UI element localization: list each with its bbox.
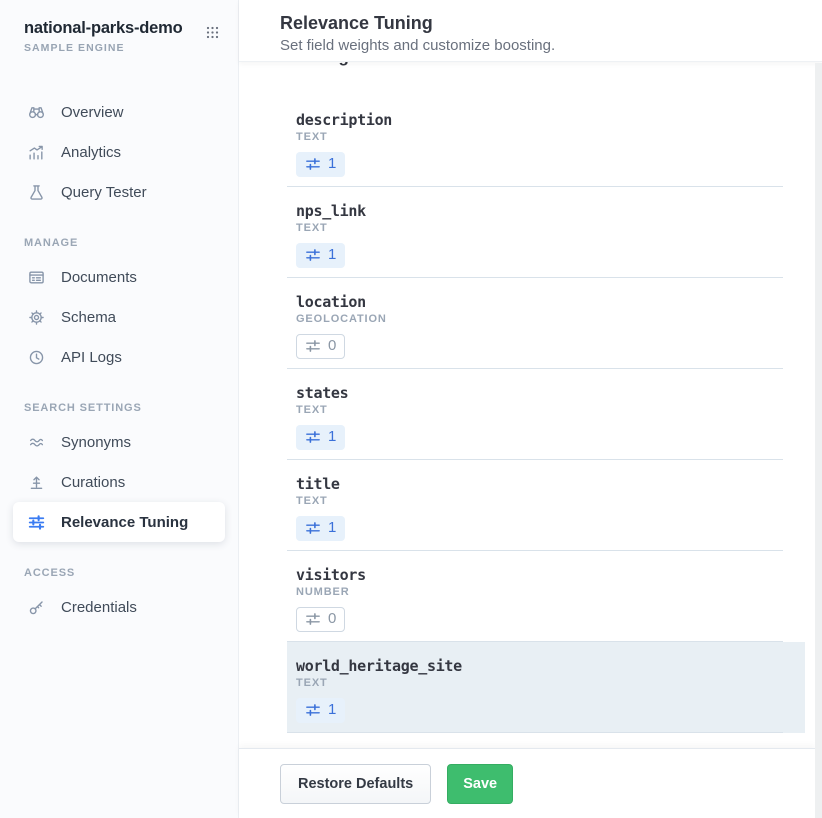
documents-icon xyxy=(28,269,45,286)
sidebar-nav: Overview Analytics Query Tester MANAGE D… xyxy=(0,54,238,627)
restore-defaults-button[interactable]: Restore Defaults xyxy=(280,764,431,804)
engine-name: national-parks-demo xyxy=(24,19,182,38)
clock-icon xyxy=(28,349,45,366)
sidebar-item-label: Query Tester xyxy=(61,184,147,201)
waves-icon xyxy=(28,434,45,451)
beaker-icon xyxy=(28,184,45,201)
field-type-label: TEXT xyxy=(296,222,783,235)
apps-grid-icon[interactable] xyxy=(205,25,220,40)
action-bar: Restore Defaults Save xyxy=(239,748,815,818)
scrollbar[interactable] xyxy=(815,63,822,818)
field-weight-value: 1 xyxy=(328,701,336,719)
field-weight-badge[interactable]: 1 xyxy=(296,698,345,723)
sidebar-item-label: Documents xyxy=(61,269,137,286)
sidebar-item-credentials[interactable]: Credentials xyxy=(13,587,225,627)
app-window: national-parks-demo SAMPLE ENGINE Overvi… xyxy=(0,0,822,818)
sliders-icon xyxy=(28,514,45,531)
engine-info: national-parks-demo SAMPLE ENGINE xyxy=(24,19,182,54)
sidebar-item-documents[interactable]: Documents xyxy=(13,257,225,297)
page-title: Relevance Tuning xyxy=(280,13,822,34)
curation-icon xyxy=(28,474,45,491)
field-row[interactable]: nps_link TEXT 1 xyxy=(287,187,805,278)
sidebar-item-label: Overview xyxy=(61,104,124,121)
field-weight-badge[interactable]: 1 xyxy=(296,243,345,268)
field-weight-badge[interactable]: 0 xyxy=(296,334,345,359)
save-button[interactable]: Save xyxy=(447,764,513,804)
sliders-icon xyxy=(305,611,321,627)
sidebar-item-label: Schema xyxy=(61,309,116,326)
sidebar-item-label: Analytics xyxy=(61,144,121,161)
sidebar-item-relevance-tuning[interactable]: Relevance Tuning xyxy=(13,502,225,542)
field-name: description xyxy=(296,111,783,129)
field-weight-badge[interactable]: 1 xyxy=(296,152,345,177)
binoculars-icon xyxy=(28,104,45,121)
field-type-label: NUMBER xyxy=(296,586,783,599)
sidebar-item-label: Synonyms xyxy=(61,434,131,451)
sidebar-item-query-tester[interactable]: Query Tester xyxy=(13,172,225,212)
sidebar-item-schema[interactable]: Schema xyxy=(13,297,225,337)
field-name: world_heritage_site xyxy=(296,657,783,675)
field-type-label: TEXT xyxy=(296,404,783,417)
field-weight-value: 1 xyxy=(328,428,336,446)
field-name: title xyxy=(296,475,783,493)
field-weight-value: 0 xyxy=(328,610,336,628)
sliders-icon xyxy=(305,520,321,536)
main-panel: Manage fields description TEXT 1 nps_lin… xyxy=(239,0,822,818)
page-header: Relevance Tuning Set field weights and c… xyxy=(239,0,822,62)
sliders-icon xyxy=(305,338,321,354)
field-weight-value: 1 xyxy=(328,155,336,173)
sliders-icon xyxy=(305,156,321,172)
sidebar-item-label: Relevance Tuning xyxy=(61,514,188,531)
gear-icon xyxy=(28,309,45,326)
field-type-label: TEXT xyxy=(296,677,783,690)
page-subtitle: Set field weights and customize boosting… xyxy=(280,37,822,54)
field-type-label: GEOLOCATION xyxy=(296,313,783,326)
sidebar-item-api-logs[interactable]: API Logs xyxy=(13,337,225,377)
sidebar-item-label: Credentials xyxy=(61,599,137,616)
sidebar-item-analytics[interactable]: Analytics xyxy=(13,132,225,172)
sliders-icon xyxy=(305,247,321,263)
sidebar-item-label: API Logs xyxy=(61,349,122,366)
field-row[interactable]: states TEXT 1 xyxy=(287,369,805,460)
field-weight-badge[interactable]: 1 xyxy=(296,516,345,541)
sidebar-item-overview[interactable]: Overview xyxy=(13,92,225,132)
field-list: description TEXT 1 nps_link TEXT 1 locat… xyxy=(287,96,805,733)
field-weight-badge[interactable]: 0 xyxy=(296,607,345,632)
sidebar: national-parks-demo SAMPLE ENGINE Overvi… xyxy=(0,0,239,818)
field-weight-badge[interactable]: 1 xyxy=(296,425,345,450)
field-name: location xyxy=(296,293,783,311)
key-icon xyxy=(28,599,45,616)
sidebar-section-heading: MANAGE xyxy=(24,237,238,249)
sidebar-item-curations[interactable]: Curations xyxy=(13,462,225,502)
sidebar-section-heading: SEARCH SETTINGS xyxy=(24,402,238,414)
sidebar-item-label: Curations xyxy=(61,474,125,491)
field-row[interactable]: location GEOLOCATION 0 xyxy=(287,278,805,369)
field-name: visitors xyxy=(296,566,783,584)
sidebar-header: national-parks-demo SAMPLE ENGINE xyxy=(0,0,238,54)
field-name: nps_link xyxy=(296,202,783,220)
field-row[interactable]: visitors NUMBER 0 xyxy=(287,551,805,642)
bar-chart-icon xyxy=(28,144,45,161)
field-weight-value: 0 xyxy=(328,337,336,355)
content-area: Manage fields description TEXT 1 nps_lin… xyxy=(239,0,822,748)
field-name: states xyxy=(296,384,783,402)
field-row[interactable]: title TEXT 1 xyxy=(287,460,805,551)
field-row[interactable]: description TEXT 1 xyxy=(287,96,805,187)
field-row[interactable]: world_heritage_site TEXT 1 xyxy=(287,642,805,733)
field-type-label: TEXT xyxy=(296,495,783,508)
sliders-icon xyxy=(305,702,321,718)
sidebar-item-synonyms[interactable]: Synonyms xyxy=(13,422,225,462)
field-weight-value: 1 xyxy=(328,246,336,264)
engine-type-label: SAMPLE ENGINE xyxy=(24,42,182,54)
field-weight-value: 1 xyxy=(328,519,336,537)
sidebar-section-heading: ACCESS xyxy=(24,567,238,579)
sliders-icon xyxy=(305,429,321,445)
field-type-label: TEXT xyxy=(296,131,783,144)
